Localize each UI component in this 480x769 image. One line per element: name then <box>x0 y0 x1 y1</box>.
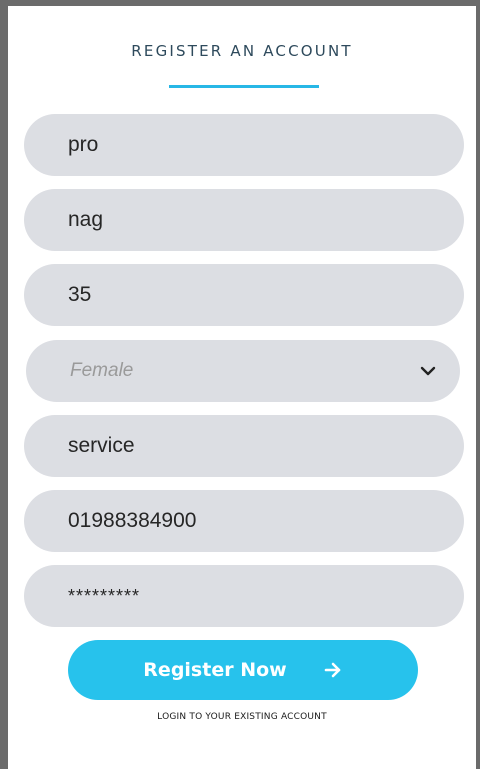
gender-selected-value: Female <box>70 360 134 381</box>
app-screen: REGISTER AN ACCOUNT pro nag 35 Female se… <box>0 0 480 769</box>
chevron-down-icon <box>420 366 436 376</box>
age-input[interactable]: 35 <box>24 264 464 326</box>
arrow-right-icon <box>324 662 341 678</box>
register-now-button[interactable]: Register Now <box>68 640 418 700</box>
first-name-input[interactable]: pro <box>24 114 464 176</box>
page-title: REGISTER AN ACCOUNT <box>131 42 353 60</box>
phone-value: 01988384900 <box>68 509 197 532</box>
age-value: 35 <box>68 283 92 306</box>
last-name-input[interactable]: nag <box>24 189 464 251</box>
occupation-value: service <box>68 434 135 457</box>
first-name-value: pro <box>68 133 99 156</box>
password-value: ********* <box>68 585 141 606</box>
occupation-input[interactable]: service <box>24 415 464 477</box>
gender-select[interactable]: Female <box>26 340 460 402</box>
phone-input[interactable]: 01988384900 <box>24 490 464 552</box>
title-underline <box>169 85 319 88</box>
password-input[interactable]: ********* <box>24 565 464 627</box>
login-existing-account-link[interactable]: LOGIN TO YOUR EXISTING ACCOUNT <box>8 712 476 722</box>
last-name-value: nag <box>68 208 104 231</box>
register-now-label: Register Now <box>143 659 287 681</box>
